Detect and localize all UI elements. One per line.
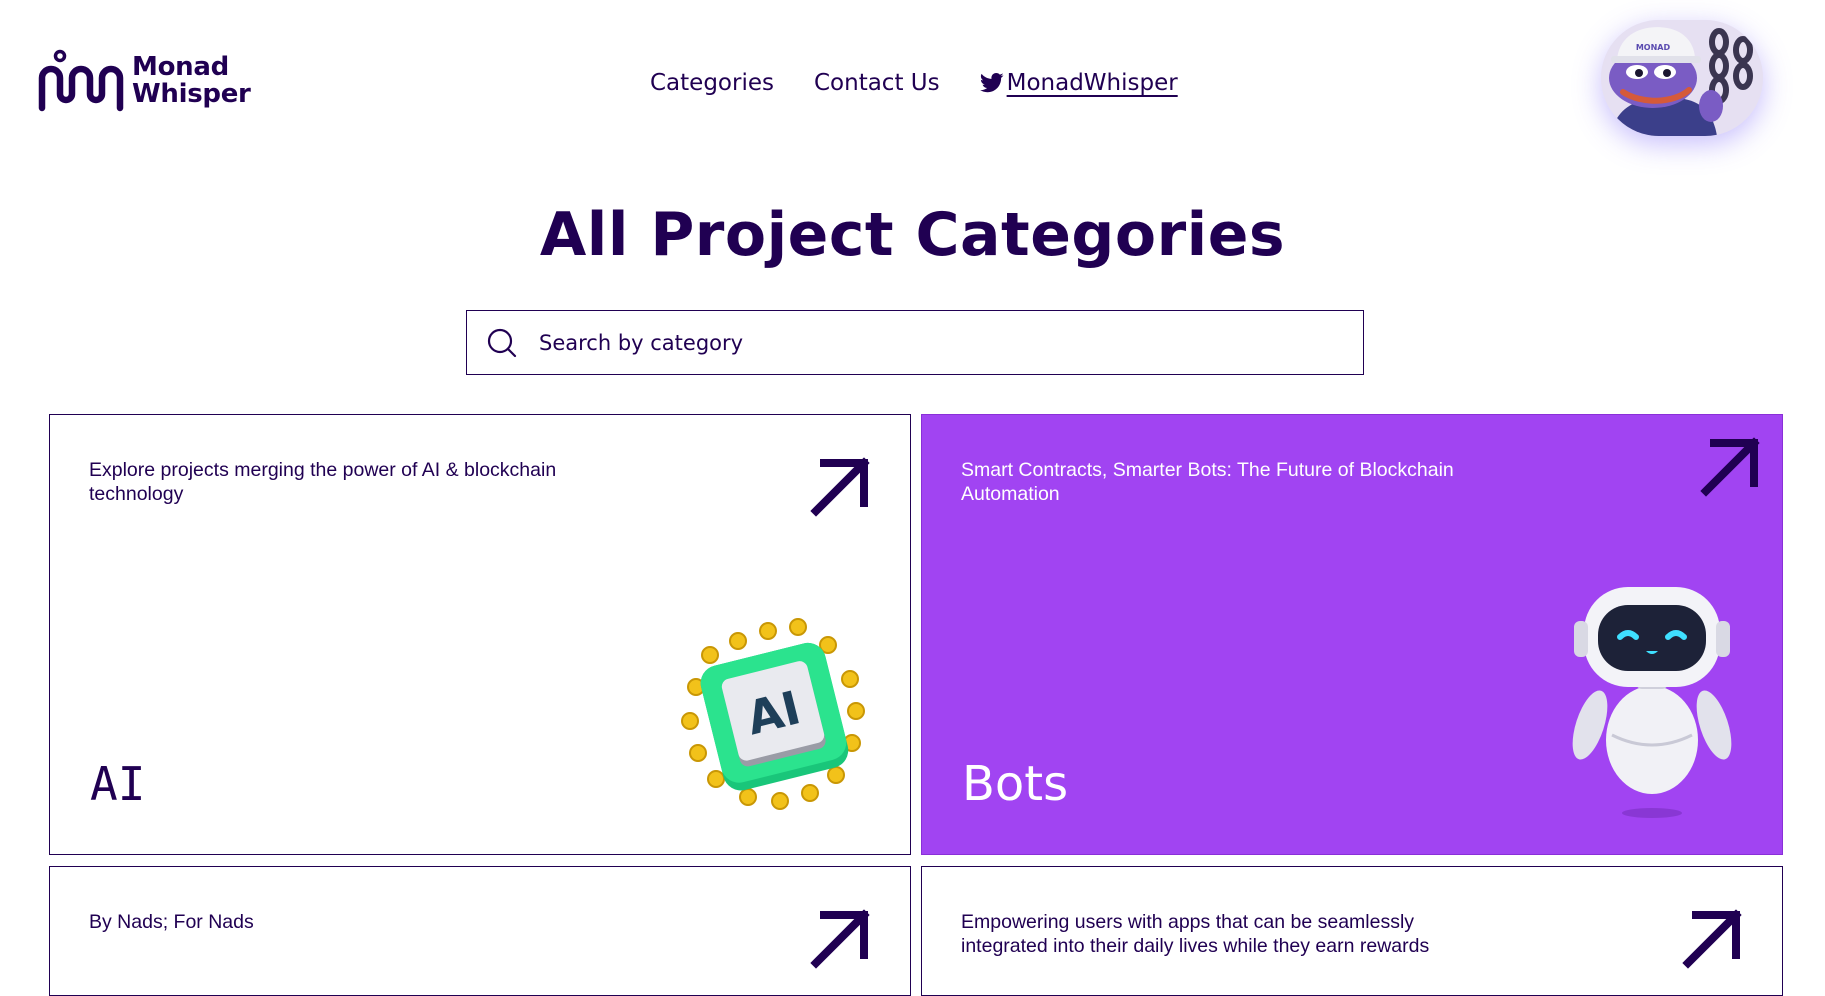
robot-icon (1562, 575, 1742, 830)
pepe-avatar-icon: MONAD (1601, 20, 1763, 136)
search-input[interactable] (537, 322, 1317, 363)
main-nav: Categories Contact Us MonadWhisper (650, 70, 1178, 96)
arrow-up-right-icon[interactable] (810, 907, 872, 969)
category-card-bots[interactable]: Smart Contracts, Smarter Bots: The Futur… (921, 414, 1783, 855)
nav-link-categories[interactable]: Categories (650, 70, 774, 96)
search-icon (486, 327, 518, 359)
search-box (466, 310, 1364, 375)
card-title: Bots (962, 756, 1069, 812)
nav-link-contact-us[interactable]: Contact Us (814, 70, 940, 96)
logo-link[interactable]: Monad Whisper (36, 48, 251, 114)
logo-text: Monad Whisper (132, 54, 251, 108)
card-title: AI (90, 757, 146, 811)
category-card-ai[interactable]: Explore projects merging the power of AI… (49, 414, 911, 855)
card-description: Empowering users with apps that can be s… (961, 911, 1430, 957)
card-description: Explore projects merging the power of AI… (89, 459, 557, 505)
arrow-up-right-icon[interactable] (1700, 435, 1762, 497)
page-title: All Project Categories (539, 200, 1286, 270)
twitter-icon (979, 72, 1004, 94)
logo-text-line1: Monad (132, 52, 229, 82)
logo-text-line2: Whisper (132, 79, 251, 109)
card-description: Smart Contracts, Smarter Bots: The Futur… (961, 459, 1454, 505)
ai-chip-icon: AI (668, 615, 878, 820)
card-description: By Nads; For Nads (89, 911, 254, 933)
nav-link-twitter[interactable]: MonadWhisper (979, 70, 1178, 96)
arrow-up-right-icon[interactable] (1682, 907, 1744, 969)
arrow-up-right-icon[interactable] (810, 455, 872, 517)
user-avatar[interactable]: MONAD (1601, 20, 1763, 136)
monad-whisper-logo-icon (36, 48, 124, 114)
site-header: Monad Whisper Categories Contact Us Mona… (0, 0, 1825, 170)
twitter-handle: MonadWhisper (1006, 70, 1178, 96)
helmet-text: MONAD (1636, 43, 1671, 52)
